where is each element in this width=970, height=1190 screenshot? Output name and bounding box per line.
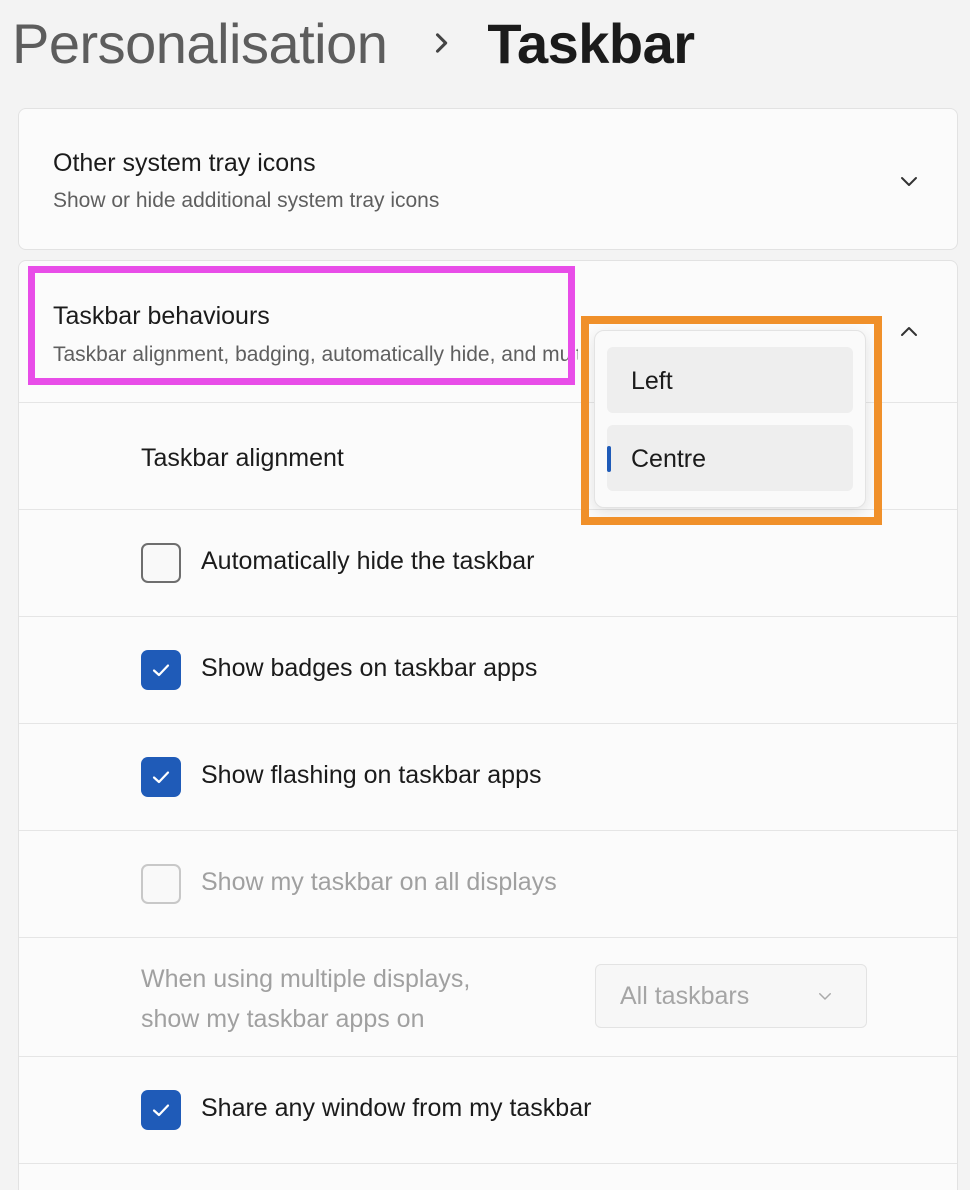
auto-hide-label[interactable]: Automatically hide the taskbar [201, 547, 535, 576]
all-displays-checkbox[interactable] [141, 864, 181, 904]
breadcrumb: Personalisation Taskbar [12, 8, 695, 78]
taskbar-alignment-label: Taskbar alignment [141, 444, 344, 472]
alignment-option-centre-label: Centre [631, 445, 707, 473]
selected-indicator [607, 446, 611, 472]
alignment-option-left[interactable]: Left [607, 347, 853, 413]
multi-display-label-line1: When using multiple displays, [141, 965, 471, 993]
divider [19, 723, 957, 724]
multi-display-select[interactable]: All taskbars [595, 964, 867, 1028]
all-displays-label: Show my taskbar on all displays [201, 868, 557, 896]
chevron-down-icon [819, 993, 831, 1000]
taskbar-behaviours-subtitle: Taskbar alignment, badging, automaticall… [53, 343, 578, 366]
share-window-checkbox[interactable] [141, 1090, 181, 1130]
multi-display-select-value: All taskbars [620, 982, 750, 1010]
divider [19, 830, 957, 831]
divider [19, 509, 957, 510]
divider [19, 937, 957, 938]
taskbar-alignment-dropdown: Left Centre [594, 330, 866, 508]
system-tray-subtitle: Show or hide additional system tray icon… [53, 189, 440, 212]
alignment-option-centre[interactable]: Centre [607, 425, 853, 491]
checkmark-icon [152, 771, 170, 784]
divider [19, 1163, 957, 1164]
system-tray-icons-card[interactable]: Other system tray icons Show or hide add… [18, 108, 958, 250]
taskbar-behaviours-title: Taskbar behaviours [53, 302, 270, 330]
flashing-checkbox[interactable] [141, 757, 181, 797]
breadcrumb-personalisation[interactable]: Personalisation [12, 11, 388, 76]
alignment-option-left-label: Left [631, 367, 673, 395]
multi-display-label-line2: show my taskbar apps on [141, 1005, 425, 1033]
checkmark-icon [152, 1104, 170, 1117]
auto-hide-checkbox[interactable] [141, 543, 181, 583]
badges-checkbox[interactable] [141, 650, 181, 690]
chevron-up-icon[interactable] [897, 320, 921, 344]
badges-label[interactable]: Show badges on taskbar apps [201, 654, 537, 683]
divider [19, 616, 957, 617]
share-window-label[interactable]: Share any window from my taskbar [201, 1094, 591, 1123]
chevron-down-icon[interactable] [897, 169, 921, 193]
chevron-right-icon [436, 33, 448, 53]
flashing-label[interactable]: Show flashing on taskbar apps [201, 761, 542, 790]
divider [19, 1056, 957, 1057]
checkmark-icon [152, 664, 170, 677]
page-title: Taskbar [487, 11, 695, 75]
system-tray-title: Other system tray icons [53, 149, 316, 177]
